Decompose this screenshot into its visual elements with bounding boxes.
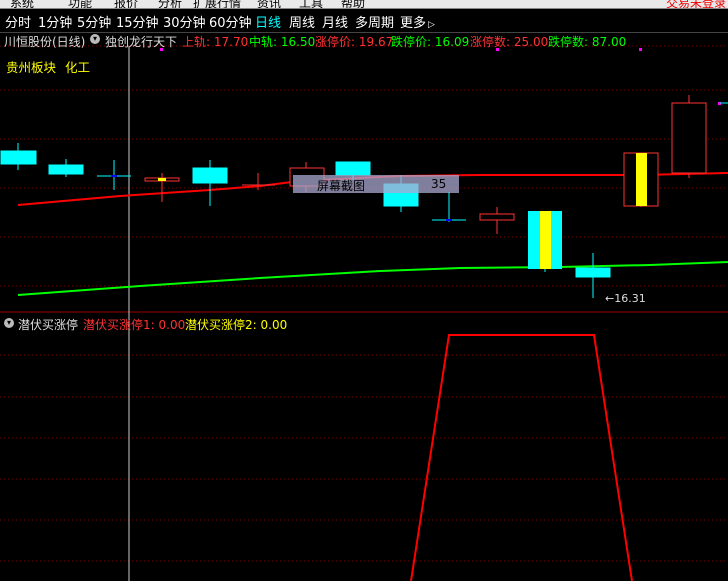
candlestick xyxy=(48,159,84,177)
tooltip-value: 35 xyxy=(431,177,447,191)
candlestick xyxy=(432,192,466,222)
candlestick xyxy=(144,173,180,202)
screenshot-tooltip: 屏幕截图 35 xyxy=(293,175,459,193)
indicator-value-2: 潜伏买涨停2: 0.00 xyxy=(185,318,288,332)
limit-down-count-value: 跌停数: 87.00 xyxy=(548,35,627,49)
tooltip-label: 屏幕截图 xyxy=(317,179,366,193)
indicator-panel-header: ▾ 潜伏买涨停 潜伏买涨停1: 0.00 潜伏买涨停2: 0.00 xyxy=(0,314,728,333)
long-ma-line xyxy=(17,261,728,296)
candlestick xyxy=(623,152,659,207)
indicator-value-1: 潜伏买涨停1: 0.00 xyxy=(83,318,186,332)
chart-canvas xyxy=(0,45,728,581)
candlestick xyxy=(528,211,562,272)
candlestick xyxy=(192,160,228,206)
industry-label[interactable]: 化工 xyxy=(65,57,90,76)
candlestick xyxy=(479,207,515,234)
candlestick xyxy=(97,160,131,190)
candlestick xyxy=(671,95,707,178)
limit-up-price-value: 涨停价: 19.67 xyxy=(315,35,394,49)
sector-label[interactable]: 贵州板块 xyxy=(6,57,56,76)
stock-title[interactable]: 川恒股份(日线) xyxy=(4,33,85,50)
limit-up-count-value: 涨停数: 25.00 xyxy=(470,35,549,49)
middle-band-value: 中轨: 16.50 xyxy=(249,35,316,49)
limit-down-price-value: 跌停价: 16.09 xyxy=(391,35,470,49)
signal-dot xyxy=(639,48,642,51)
indicator-name[interactable]: 独创龙行天下 xyxy=(105,33,177,50)
candlestick xyxy=(0,143,37,170)
low-price-marker: ←16.31 xyxy=(605,292,646,305)
indicator-panel-name[interactable]: 潜伏买涨停 xyxy=(18,316,78,333)
upper-band-value: 上轨: 17.70 xyxy=(182,35,249,49)
indicator-line xyxy=(410,334,633,581)
main-chart-header: 川恒股份(日线) ▾ 独创龙行天下 上轨: 17.70 中轨: 16.50 涨停… xyxy=(4,33,627,50)
